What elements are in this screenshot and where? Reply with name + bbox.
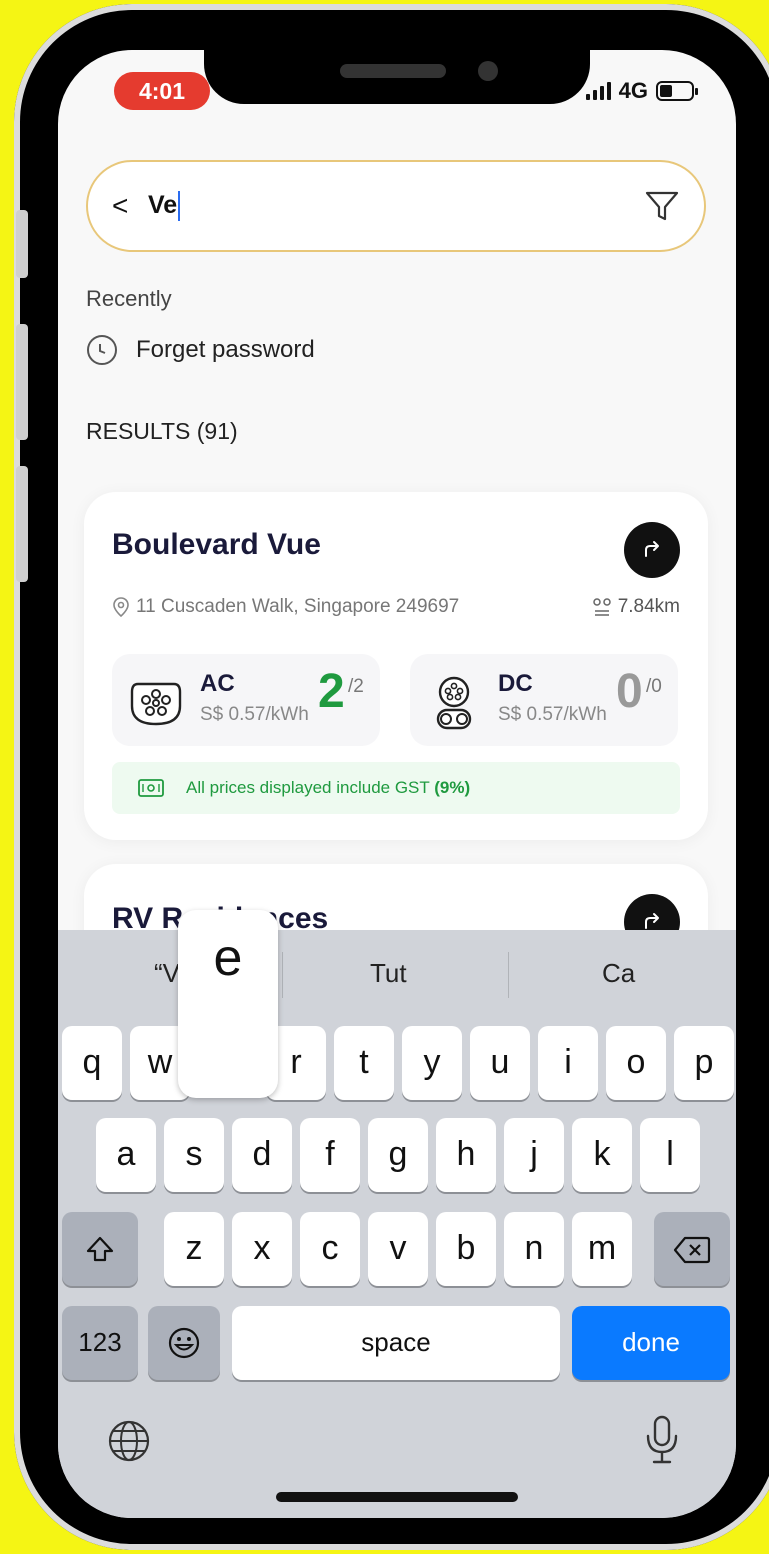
status-time: 4:01 — [114, 72, 210, 110]
dc-total-count: /0 — [646, 676, 662, 697]
screen: 4:01 4G < Ve Recently Forget password RE… — [58, 50, 736, 1518]
key-c[interactable]: c — [300, 1212, 360, 1286]
suggestion-item[interactable]: Ca — [602, 958, 635, 989]
key-m[interactable]: m — [572, 1212, 632, 1286]
dc-price: S$ 0.57/kWh — [498, 704, 607, 725]
on-screen-keyboard: “Ve” Tut Ca e q w r t y u i o p a s d f … — [58, 910, 736, 1518]
location-pin-icon — [113, 597, 129, 617]
station-distance-text: 7.84km — [617, 596, 680, 617]
dc-available-count: 0 — [616, 665, 643, 718]
key-j[interactable]: j — [504, 1118, 564, 1192]
station-distance: 7.84km — [592, 596, 680, 618]
recent-heading: Recently — [86, 286, 172, 311]
key-a[interactable]: a — [96, 1118, 156, 1192]
gst-notice: All prices displayed include GST (9%) — [112, 762, 680, 814]
key-i[interactable]: i — [538, 1026, 598, 1100]
search-query-text: Ve — [148, 190, 178, 219]
recent-clock-icon — [87, 335, 117, 365]
microphone-icon[interactable] — [644, 1414, 680, 1466]
station-address: 11 Cuscaden Walk, Singapore 249697 — [112, 596, 459, 618]
turn-right-arrow-icon — [645, 541, 659, 557]
key-h[interactable]: h — [436, 1118, 496, 1192]
network-type: 4G — [618, 78, 648, 103]
key-b[interactable]: b — [436, 1212, 496, 1286]
dc-type-label: DC — [498, 670, 533, 697]
dc-charger-summary: DC S$ 0.57/kWh 0 /0 — [410, 654, 678, 746]
gst-rate: (9%) — [434, 778, 471, 797]
backspace-icon — [673, 1236, 711, 1264]
ac-charger-summary: AC S$ 0.57/kWh 2 /2 — [112, 654, 380, 746]
suggestion-item[interactable]: Tut — [370, 958, 407, 989]
front-camera — [478, 61, 498, 81]
key-o[interactable]: o — [606, 1026, 666, 1100]
search-bar[interactable]: < Ve — [86, 160, 706, 252]
mute-switch — [16, 210, 28, 278]
emoji-icon — [168, 1327, 200, 1359]
recent-item-label: Forget password — [136, 336, 315, 363]
emoji-key[interactable] — [148, 1306, 220, 1380]
speaker — [340, 64, 446, 78]
key-k[interactable]: k — [572, 1118, 632, 1192]
gst-text: All prices displayed include GST (9%) — [186, 778, 471, 797]
home-indicator[interactable] — [276, 1492, 518, 1502]
key-preview-popup: e — [178, 910, 278, 1098]
key-z[interactable]: z — [164, 1212, 224, 1286]
key-t[interactable]: t — [334, 1026, 394, 1100]
key-u[interactable]: u — [470, 1026, 530, 1100]
back-chevron-icon[interactable]: < — [112, 190, 148, 222]
text-caret — [178, 191, 181, 222]
ac-plug-icon — [130, 682, 182, 726]
key-q[interactable]: q — [62, 1026, 122, 1100]
search-input[interactable]: Ve — [148, 190, 181, 222]
suggestion-bar: “Ve” Tut Ca — [58, 930, 736, 1022]
suggestion-divider — [282, 952, 283, 998]
key-f[interactable]: f — [300, 1118, 360, 1192]
ac-price: S$ 0.57/kWh — [200, 704, 309, 725]
ac-available-count: 2 — [318, 665, 345, 718]
status-indicators: 4G — [585, 78, 698, 104]
key-v[interactable]: v — [368, 1212, 428, 1286]
signal-icon — [585, 82, 611, 100]
suggestion-divider — [508, 952, 509, 998]
notch — [204, 40, 590, 104]
ac-total-count: /2 — [348, 676, 364, 697]
key-d[interactable]: d — [232, 1118, 292, 1192]
distance-icon — [592, 598, 611, 616]
result-card[interactable]: Boulevard Vue 11 Cuscaden Walk, Singapor… — [84, 492, 708, 840]
battery-icon — [656, 81, 698, 101]
station-address-text: 11 Cuscaden Walk, Singapore 249697 — [136, 596, 460, 617]
globe-icon[interactable] — [106, 1418, 152, 1464]
results-heading: RESULTS (91) — [86, 418, 238, 444]
recent-item[interactable]: Forget password — [86, 334, 315, 366]
station-name: Boulevard Vue — [112, 528, 321, 561]
filter-icon[interactable] — [644, 188, 680, 229]
cash-icon — [138, 779, 164, 797]
volume-down-button — [16, 466, 28, 582]
done-key[interactable]: done — [572, 1306, 730, 1380]
delete-key[interactable] — [654, 1212, 730, 1286]
key-n[interactable]: n — [504, 1212, 564, 1286]
navigate-button[interactable] — [624, 522, 680, 578]
key-x[interactable]: x — [232, 1212, 292, 1286]
numbers-key[interactable]: 123 — [62, 1306, 138, 1380]
key-p[interactable]: p — [674, 1026, 734, 1100]
key-g[interactable]: g — [368, 1118, 428, 1192]
key-y[interactable]: y — [402, 1026, 462, 1100]
shift-key[interactable] — [62, 1212, 138, 1286]
dc-plug-icon — [436, 676, 472, 730]
key-l[interactable]: l — [640, 1118, 700, 1192]
shift-arrow-icon — [86, 1236, 114, 1262]
space-key[interactable]: space — [232, 1306, 560, 1380]
volume-up-button — [16, 324, 28, 440]
key-s[interactable]: s — [164, 1118, 224, 1192]
ac-type-label: AC — [200, 670, 235, 697]
